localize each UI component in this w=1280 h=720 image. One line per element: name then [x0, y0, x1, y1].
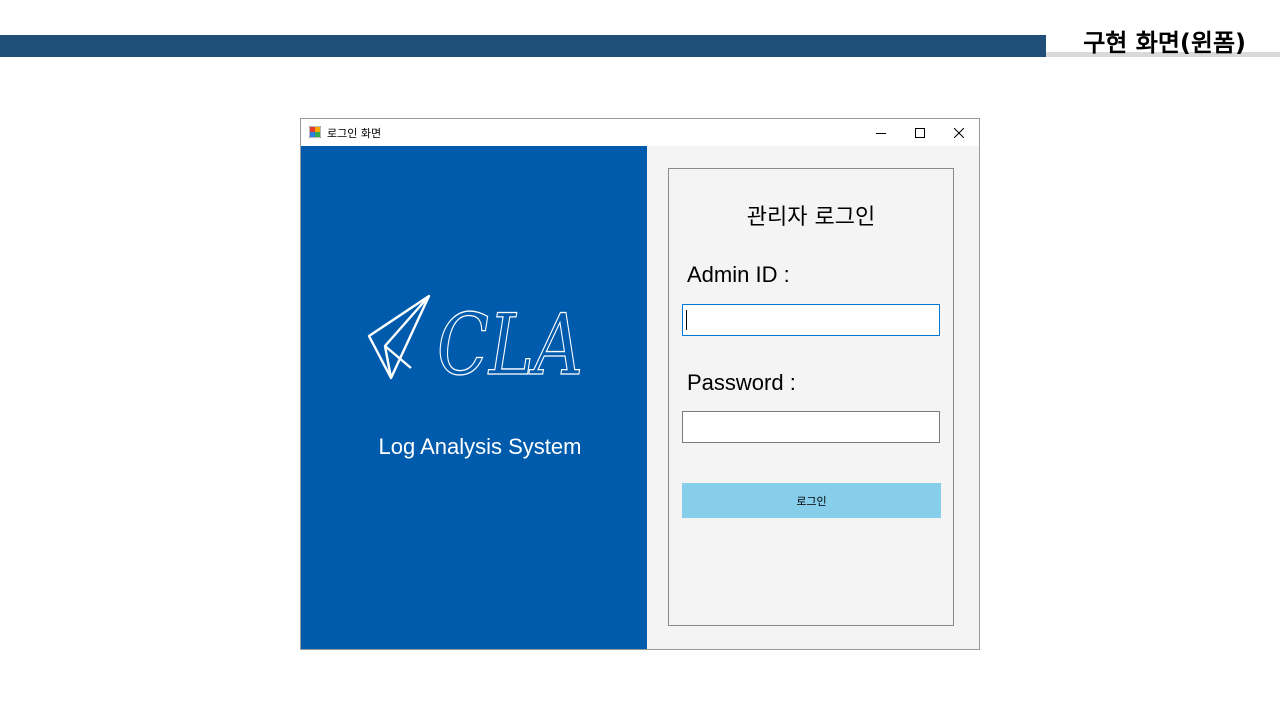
- minimize-button[interactable]: [861, 119, 900, 146]
- login-group-box: 관리자 로그인 Admin ID : Password : 로그인: [668, 168, 954, 626]
- window-title: 로그인 화면: [327, 127, 382, 140]
- window-titlebar[interactable]: 로그인 화면: [301, 119, 979, 146]
- paper-plane-icon: [367, 294, 431, 380]
- slide: 구현 화면(윈폼) 로그인 화면 CLA Log Analysis System…: [0, 0, 1280, 720]
- cla-logo: CLA: [367, 294, 584, 394]
- login-window: 로그인 화면 CLA Log Analysis System 관리자 로그인 A…: [300, 118, 980, 650]
- admin-id-label: Admin ID :: [687, 262, 790, 287]
- password-input[interactable]: [682, 411, 940, 443]
- login-panel: 관리자 로그인 Admin ID : Password : 로그인: [647, 146, 979, 649]
- header-bar: [0, 35, 1046, 57]
- login-button[interactable]: 로그인: [682, 483, 941, 518]
- minimize-icon: [875, 132, 886, 134]
- maximize-icon: [914, 127, 925, 138]
- brand-tagline: Log Analysis System: [378, 434, 582, 459]
- login-heading: 관리자 로그인: [746, 205, 876, 230]
- maximize-button[interactable]: [900, 119, 939, 146]
- text-caret: [686, 310, 687, 330]
- winforms-app-icon: [309, 126, 321, 138]
- brand-panel: CLA Log Analysis System: [301, 146, 647, 649]
- admin-id-input[interactable]: [682, 304, 940, 336]
- close-button[interactable]: [939, 119, 978, 146]
- logo-text: CLA: [437, 296, 583, 394]
- slide-title: 구현 화면(윈폼): [1083, 29, 1246, 57]
- password-label: Password :: [687, 370, 796, 395]
- close-icon: [953, 127, 964, 138]
